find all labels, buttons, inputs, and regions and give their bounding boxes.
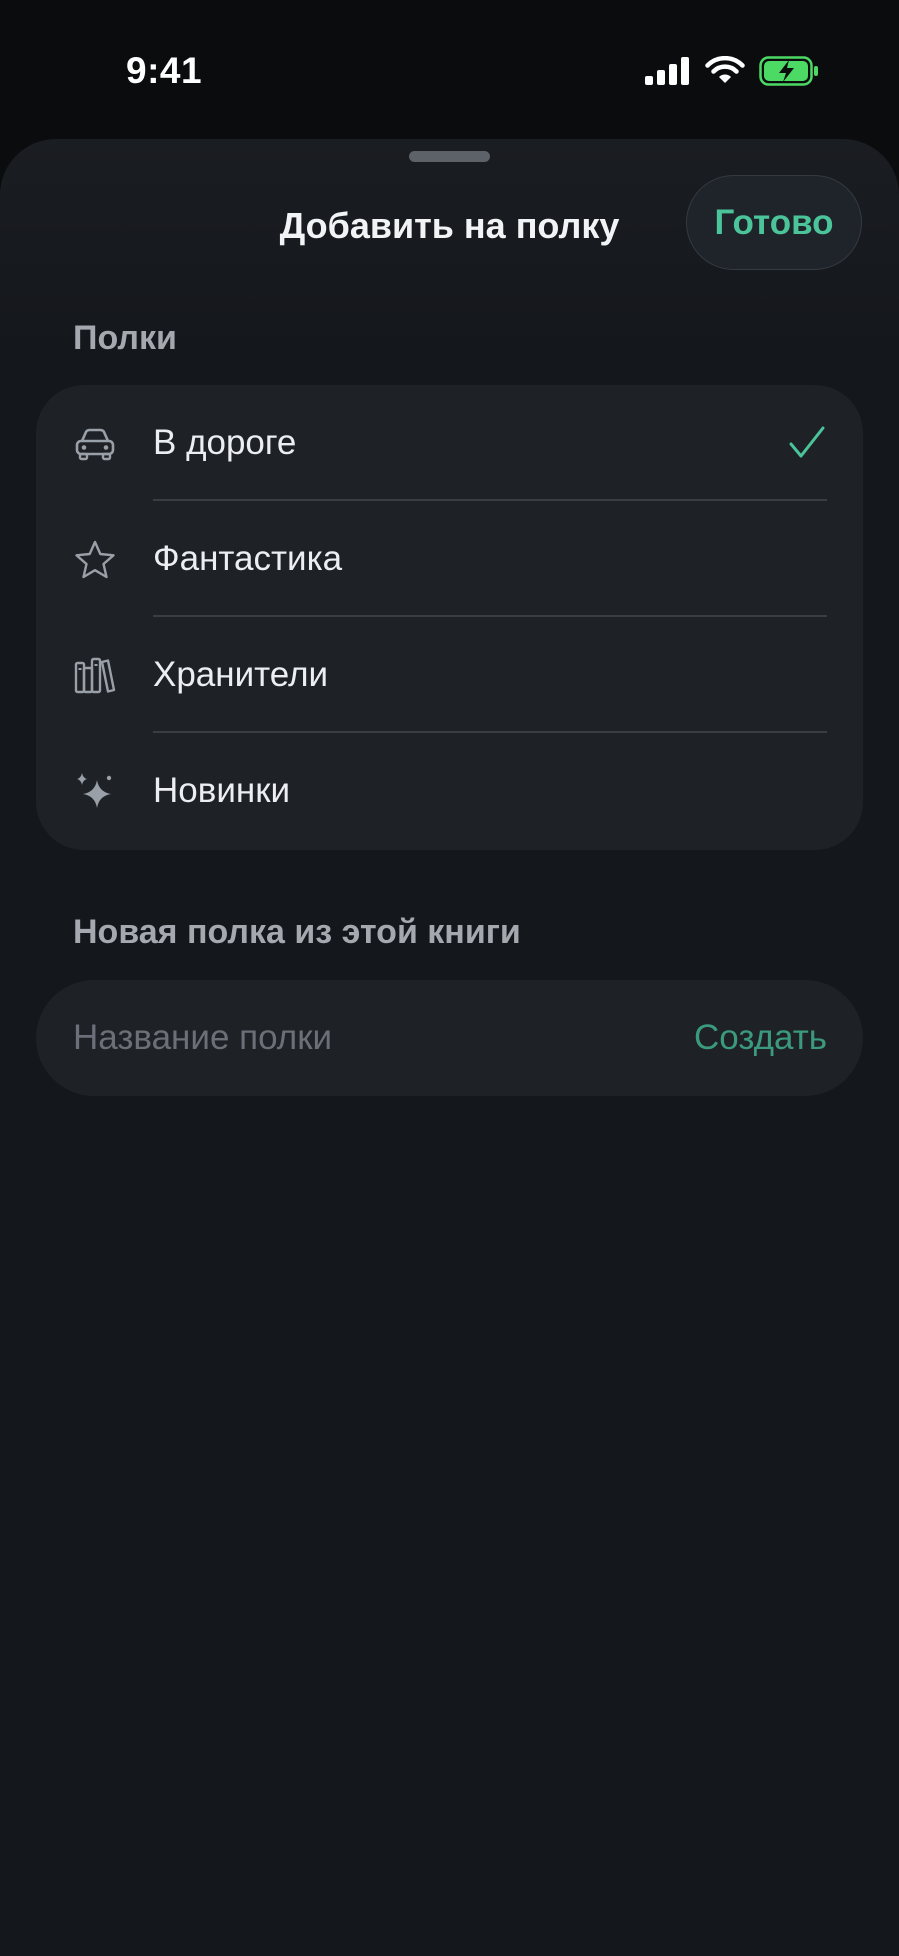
status-bar: 9:41 <box>0 0 899 140</box>
car-icon <box>75 428 115 461</box>
battery-charging-icon <box>759 56 818 86</box>
shelf-item-label: Фантастика <box>153 539 343 578</box>
star-icon <box>75 540 115 579</box>
cellular-signal-icon <box>645 57 689 85</box>
shelf-item-label: Новинки <box>153 771 291 810</box>
shelves-section-header: Полки <box>73 319 177 357</box>
shelf-item-label: В дороге <box>153 423 297 462</box>
create-shelf-button[interactable]: Создать <box>694 980 827 1096</box>
sheet-grabber[interactable] <box>409 151 490 162</box>
wifi-icon <box>705 56 745 83</box>
shelf-item-fantastika[interactable]: Фантастика <box>36 501 863 617</box>
shelf-item-label: Хранители <box>153 655 329 694</box>
shelf-item-novinki[interactable]: Новинки <box>36 733 863 849</box>
sparkles-icon <box>77 773 112 808</box>
new-shelf-section-header: Новая полка из этой книги <box>73 913 521 951</box>
status-icons <box>645 56 819 86</box>
status-time: 9:41 <box>126 50 203 91</box>
done-button[interactable]: Готово <box>686 175 862 270</box>
shelves-list: В дороге Фантастика Хранители Новинки <box>36 385 863 850</box>
books-icon <box>74 657 116 694</box>
shelf-item-khraniteli[interactable]: Хранители <box>36 617 863 733</box>
shelf-item-v-doroge[interactable]: В дороге <box>36 385 863 501</box>
shelf-name-input[interactable] <box>73 980 633 1096</box>
checkmark-icon <box>789 426 825 458</box>
add-to-shelf-sheet: Добавить на полку Готово Полки В дороге <box>0 139 899 1956</box>
new-shelf-field-container: Создать <box>36 980 863 1096</box>
